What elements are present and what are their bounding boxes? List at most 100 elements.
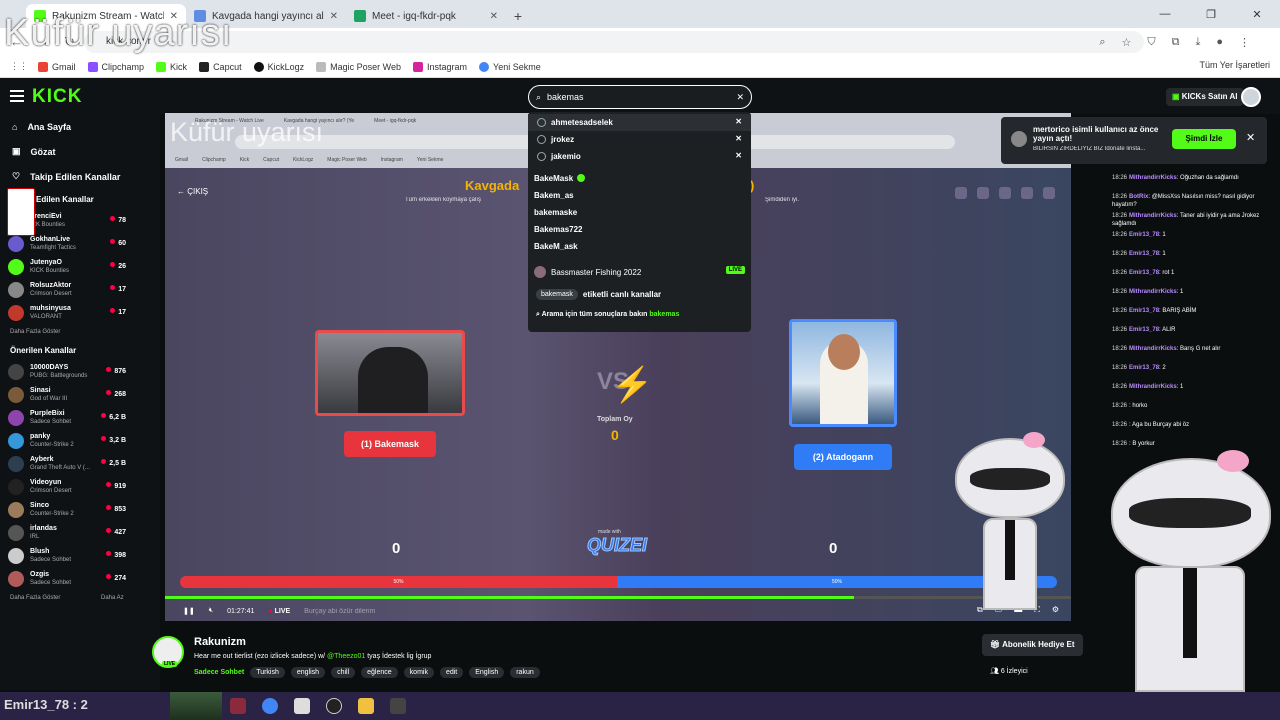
channel-item[interactable]: panky Counter-Strike 2 3,2 B xyxy=(0,429,160,452)
buy-kicks-button[interactable]: ▣ KICKs Satın Al xyxy=(1166,88,1244,106)
bookmark-capcut[interactable]: Capcut xyxy=(199,61,242,72)
bookmark-magicposer[interactable]: Magic Poser Web xyxy=(316,61,401,72)
channel-item[interactable]: Blush Sadece Sohbet 398 xyxy=(0,544,160,567)
channel-item[interactable]: Ayberk Grand Theft Auto V (... 2,5 B xyxy=(0,452,160,475)
chat-username[interactable]: Emir13_78 xyxy=(1129,270,1159,276)
tab-meet[interactable]: Meet - igq-fkdr-pqk ✕ xyxy=(346,4,506,28)
all-bookmarks[interactable]: Tüm Yer İşaretleri xyxy=(1199,60,1270,70)
stream-tag[interactable]: Turkish xyxy=(250,667,285,678)
close-tab-icon[interactable]: ✕ xyxy=(490,11,498,22)
suggestion-item[interactable]: Bakem_as xyxy=(528,187,751,204)
user-avatar[interactable] xyxy=(1241,87,1261,107)
chat-username[interactable]: Emir13_78 xyxy=(1129,232,1159,238)
stream-title-mention[interactable]: @Theezo01 xyxy=(327,653,365,660)
nav-browse[interactable]: ▣ Gözat xyxy=(0,139,160,164)
channel-item[interactable]: muhsinyusa VALORANT 17 xyxy=(0,301,160,324)
bookmark-newtab[interactable]: Yeni Sekme xyxy=(479,61,541,72)
channel-item[interactable]: irlandas IRL 427 xyxy=(0,521,160,544)
recent-search-item[interactable]: jrokez ✕ xyxy=(528,131,751,148)
channel-item[interactable]: Sinasi God of War III 268 xyxy=(0,383,160,406)
channel-item[interactable]: RolsuzAktor Crimson Desert 17 xyxy=(0,278,160,301)
nav-following[interactable]: ♡ Takip Edilen Kanallar xyxy=(0,164,160,189)
extensions-icon[interactable]: ⧉ xyxy=(1172,36,1180,49)
url-input[interactable]: kick.com/r xyxy=(84,31,1144,53)
suggestion-item[interactable]: BakeMask xyxy=(528,170,751,187)
live-indicator[interactable]: ● LIVE xyxy=(268,608,290,615)
bookmark-clipchamp[interactable]: Clipchamp xyxy=(87,61,144,72)
new-tab-button[interactable]: + xyxy=(506,4,530,28)
recent-search-item[interactable]: jakemio ✕ xyxy=(528,148,751,165)
show-more-link[interactable]: Daha Fazla Göster xyxy=(0,324,160,340)
remove-recent-icon[interactable]: ✕ xyxy=(735,134,742,143)
nav-home[interactable]: ⌂ Ana Sayfa xyxy=(0,114,160,139)
suggestion-item[interactable]: BakeM_ask xyxy=(528,238,751,255)
chat-username[interactable]: MithrandirrKicks xyxy=(1129,384,1177,390)
remove-recent-icon[interactable]: ✕ xyxy=(735,117,742,126)
channel-item[interactable]: PurpleBixi Sadece Sohbet 6,2 B xyxy=(0,406,160,429)
shield-icon[interactable]: ⛉ xyxy=(1147,36,1155,49)
show-more-label[interactable]: Daha Fazla Göster xyxy=(10,595,60,601)
clear-search-icon[interactable]: ✕ xyxy=(736,86,744,108)
suggestion-item[interactable]: Bakemas722 xyxy=(528,221,751,238)
kick-logo[interactable]: KICK xyxy=(32,86,82,108)
chat-username[interactable]: BotRix xyxy=(1129,194,1148,200)
bookmark-instagram[interactable]: Instagram xyxy=(413,61,467,72)
remove-recent-icon[interactable]: ✕ xyxy=(735,151,742,160)
mute-icon[interactable]: 🔇︎ xyxy=(209,607,213,615)
stream-tag[interactable]: edit xyxy=(439,667,464,678)
chat-username[interactable]: MithrandirrKicks xyxy=(1129,289,1177,295)
menu-icon[interactable]: ⋮ xyxy=(1239,36,1250,49)
video-progress-bar[interactable] xyxy=(165,596,1071,599)
suggestion-item[interactable]: bakemaske xyxy=(528,204,751,221)
stream-tag[interactable]: komik xyxy=(403,667,434,678)
chat-username[interactable]: MithrandirrKicks xyxy=(1129,213,1177,219)
live-channel-result[interactable]: Bassmaster Fishing 2022 LIVE xyxy=(528,261,751,283)
folder-icon[interactable] xyxy=(358,698,374,714)
zoom-icon[interactable]: ⌕ xyxy=(1099,36,1105,49)
stream-category[interactable]: Sadece Sohbet xyxy=(194,669,244,676)
star-icon[interactable]: ☆ xyxy=(1121,36,1131,49)
close-window-icon[interactable]: ✕ xyxy=(1234,0,1280,28)
notepad-icon[interactable] xyxy=(294,698,310,714)
bookmark-kick[interactable]: Kick xyxy=(156,61,187,72)
search-input[interactable]: ⌕ bakemas ✕ xyxy=(528,85,752,109)
stream-tag[interactable]: rakun xyxy=(510,667,540,678)
channel-item[interactable]: Ozgis Sadece Sohbet 274 xyxy=(0,567,160,590)
pause-icon[interactable]: ❚❚ xyxy=(183,607,195,615)
apps-icon[interactable]: ⋮⋮ xyxy=(0,61,38,72)
stream-tag[interactable]: english xyxy=(290,667,326,678)
stream-tag[interactable]: English xyxy=(469,667,505,678)
recent-search-item[interactable]: ahmetesadselek ✕ xyxy=(528,114,751,131)
channel-item[interactable]: Videoyun Crimson Desert 919 xyxy=(0,475,160,498)
bookmark-kicklogz[interactable]: KickLogz xyxy=(253,61,304,72)
channel-item[interactable]: 10000DAYS PUBG: Battlegrounds 876 xyxy=(0,360,160,383)
close-notification-icon[interactable]: ✕ xyxy=(1246,131,1255,144)
channel-item[interactable]: JutenyaO KICK Bounties 26 xyxy=(0,255,160,278)
stream-tag[interactable]: chill xyxy=(331,667,356,678)
profile-icon[interactable]: ● xyxy=(1216,36,1223,48)
obs-icon[interactable] xyxy=(326,698,342,714)
streamer-name[interactable]: Rakunizm xyxy=(194,636,246,648)
show-less-link[interactable]: Daha Az xyxy=(101,590,124,606)
bookmark-gmail[interactable]: Gmail xyxy=(38,61,76,72)
all-results-link[interactable]: ⌕ Arama için tüm sonuçlara bakın bakemas xyxy=(528,305,751,325)
stream-tag[interactable]: eğlence xyxy=(361,667,398,678)
chrome-icon[interactable] xyxy=(262,698,278,714)
pen-tool-icon[interactable] xyxy=(390,698,406,714)
channel-item[interactable]: Sinco Counter-Strike 2 853 xyxy=(0,498,160,521)
watch-now-button[interactable]: Şimdi İzle xyxy=(1172,129,1236,149)
chat-username[interactable]: Emir13_78 xyxy=(1129,308,1159,314)
chat-username[interactable]: Emir13_78 xyxy=(1129,365,1159,371)
minimize-icon[interactable]: — xyxy=(1142,0,1188,28)
chat-username[interactable]: Emir13_78 xyxy=(1129,251,1159,257)
gift-sub-button[interactable]: 🎁︎ Abonelik Hediye Et xyxy=(982,634,1083,656)
chat-username[interactable]: MithrandirrKicks xyxy=(1129,175,1177,181)
download-icon[interactable]: ⤓ xyxy=(1195,36,1200,49)
chat-username[interactable]: MithrandirrKicks xyxy=(1129,346,1177,352)
close-tab-icon[interactable]: ✕ xyxy=(330,11,338,22)
tag-result[interactable]: bakemask etiketli canlı kanallar xyxy=(528,283,751,305)
chat-username[interactable]: Emir13_78 xyxy=(1129,327,1159,333)
hamburger-menu-icon[interactable] xyxy=(10,90,24,105)
app-icon[interactable] xyxy=(230,698,246,714)
maximize-icon[interactable]: ❐ xyxy=(1188,0,1234,28)
